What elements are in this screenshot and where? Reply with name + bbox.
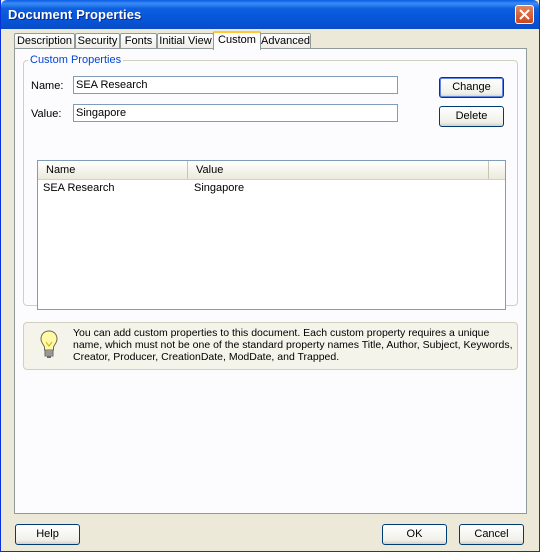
window-title: Document Properties bbox=[8, 7, 142, 22]
group-title: Custom Properties bbox=[28, 54, 124, 66]
help-button[interactable]: Help bbox=[15, 524, 80, 545]
column-header-name[interactable]: Name bbox=[38, 161, 188, 179]
value-field[interactable]: Singapore bbox=[73, 104, 398, 122]
list-item-value: Singapore bbox=[194, 182, 245, 194]
tab-advanced[interactable]: Advanced bbox=[260, 33, 311, 49]
info-text: You can add custom properties to this do… bbox=[73, 327, 513, 363]
custom-properties-group: Custom Properties Name: SEA Research Val… bbox=[23, 54, 518, 310]
tab-security[interactable]: Security bbox=[75, 33, 120, 49]
document-properties-dialog: Document Properties Description Security… bbox=[0, 0, 540, 552]
title-bar[interactable]: Document Properties bbox=[1, 0, 539, 29]
tab-description[interactable]: Description bbox=[14, 33, 75, 49]
name-field[interactable]: SEA Research bbox=[73, 76, 398, 94]
list-header: Name Value bbox=[38, 161, 505, 180]
tab-panel-custom: Custom Properties Name: SEA Research Val… bbox=[14, 48, 527, 514]
list-item[interactable]: SEA Research Singapore bbox=[38, 180, 505, 195]
value-label: Value: bbox=[31, 108, 62, 120]
column-header-value[interactable]: Value bbox=[188, 161, 489, 179]
properties-list[interactable]: Name Value SEA Research Singapore bbox=[37, 160, 506, 310]
tab-fonts[interactable]: Fonts bbox=[120, 33, 157, 49]
close-icon bbox=[519, 9, 530, 20]
info-box: You can add custom properties to this do… bbox=[23, 322, 518, 370]
tab-initial-view[interactable]: Initial View bbox=[157, 33, 214, 49]
cancel-button[interactable]: Cancel bbox=[459, 524, 524, 545]
lightbulb-icon bbox=[40, 330, 58, 358]
name-label: Name: bbox=[31, 80, 64, 92]
ok-button[interactable]: OK bbox=[382, 524, 447, 545]
change-button[interactable]: Change bbox=[439, 77, 504, 98]
close-button[interactable] bbox=[515, 5, 534, 24]
tab-custom[interactable]: Custom bbox=[213, 31, 261, 50]
list-item-name: SEA Research bbox=[43, 182, 115, 194]
delete-button[interactable]: Delete bbox=[439, 106, 504, 127]
